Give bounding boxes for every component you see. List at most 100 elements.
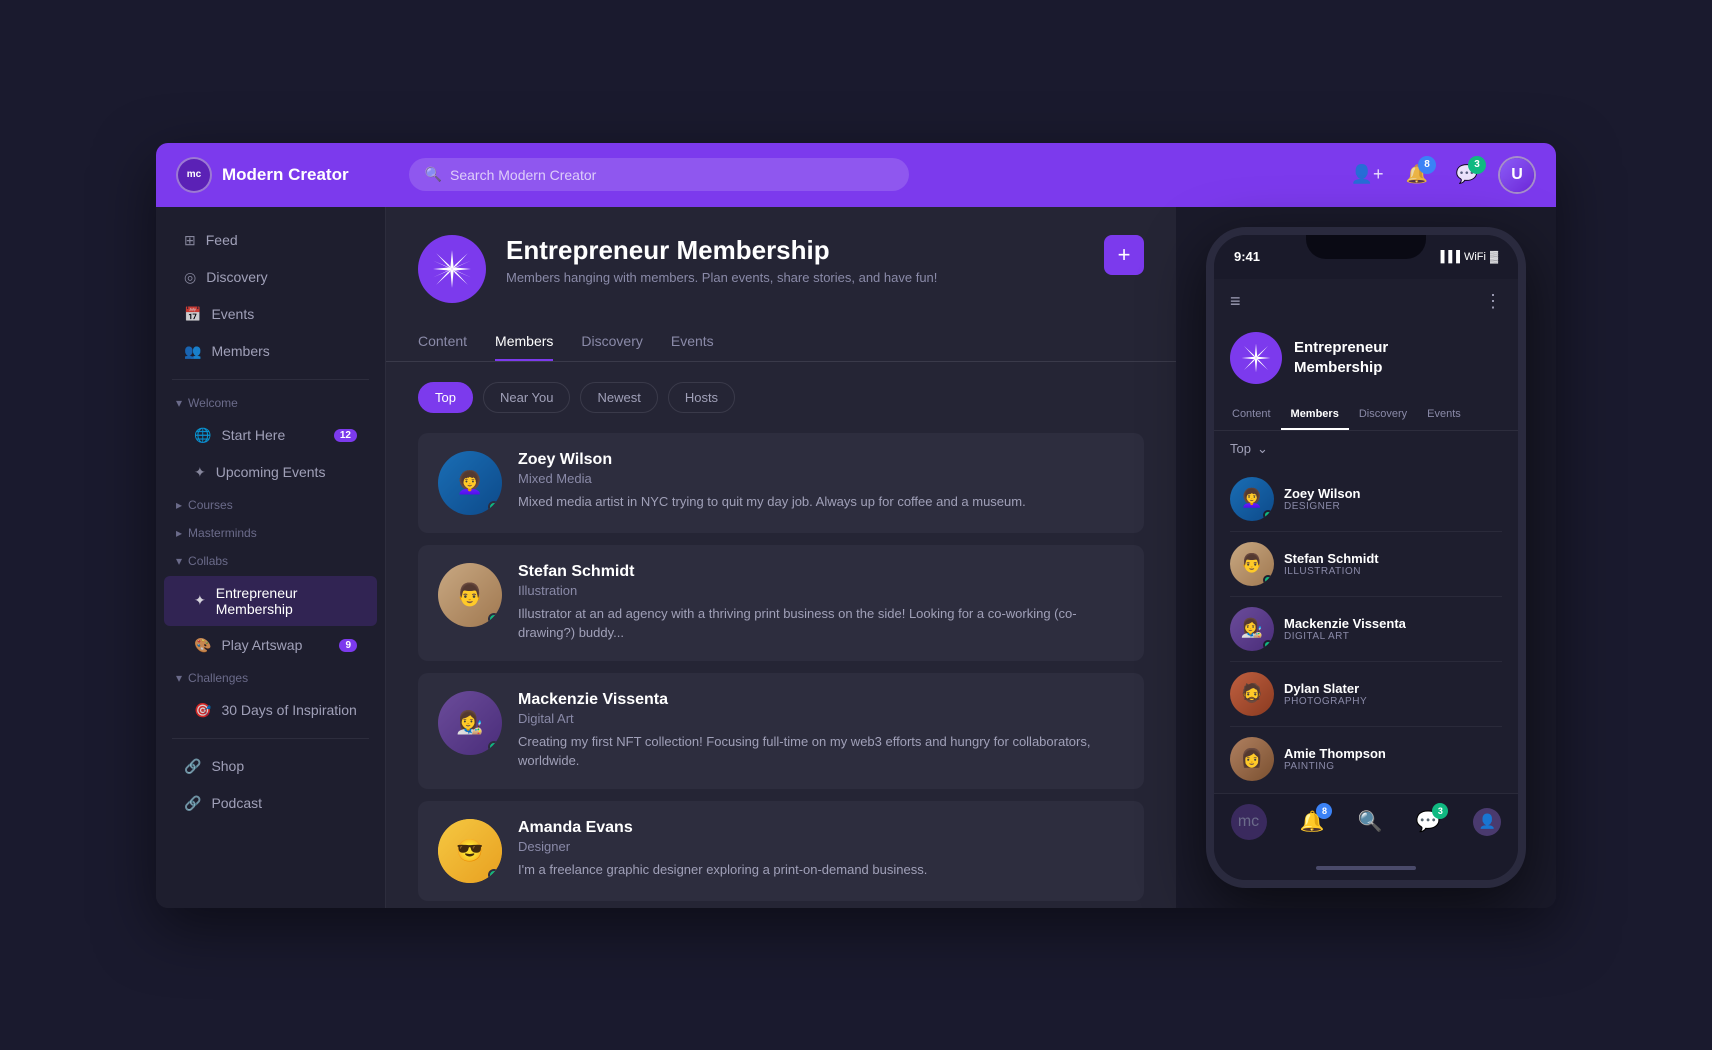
phone-member-info-stefan: Stefan Schmidt ILLUSTRATION bbox=[1284, 551, 1379, 577]
invite-button[interactable]: 👤+ bbox=[1348, 156, 1386, 194]
messages-badge: 3 bbox=[1468, 156, 1486, 174]
phone-tab-events[interactable]: Events bbox=[1417, 400, 1471, 430]
avatar-stefan-schmidt: 👨 bbox=[438, 563, 502, 627]
phone-messages-badge: 3 bbox=[1432, 803, 1448, 819]
events-icon: 📅 bbox=[184, 306, 201, 323]
members-list: 👩‍🦱 Zoey Wilson Mixed Media Mixed media … bbox=[386, 433, 1176, 901]
messages-button[interactable]: 💬 3 bbox=[1448, 156, 1486, 194]
community-title: Entrepreneur Membership bbox=[506, 235, 1084, 266]
sidebar-label-shop: Shop bbox=[211, 758, 244, 774]
podcast-icon: 🔗 bbox=[184, 795, 201, 812]
sidebar-section-courses[interactable]: ▸ Courses bbox=[156, 492, 385, 518]
tab-members[interactable]: Members bbox=[495, 323, 553, 361]
sidebar-item-feed[interactable]: ⊞ Feed bbox=[164, 223, 377, 258]
phone-tab-members[interactable]: Members bbox=[1281, 400, 1349, 430]
sidebar-item-30days[interactable]: 🎯 30 Days of Inspiration bbox=[164, 693, 377, 728]
sidebar-label-podcast: Podcast bbox=[211, 795, 262, 811]
member-name-amanda: Amanda Evans bbox=[518, 819, 1124, 837]
member-card-stefan-schmidt[interactable]: 👨 Stefan Schmidt Illustration Illustrato… bbox=[418, 545, 1144, 661]
phone-nav-profile[interactable]: 👤 bbox=[1473, 808, 1501, 836]
phone-member-stefan[interactable]: 👨 Stefan Schmidt ILLUSTRATION bbox=[1230, 532, 1502, 597]
brand-name: Modern Creator bbox=[222, 165, 349, 185]
filter-bar: Top Near You Newest Hosts bbox=[386, 362, 1176, 433]
online-indicator-amanda bbox=[488, 869, 500, 881]
sidebar-item-artswap[interactable]: 🎨 Play Artswap 9 bbox=[164, 628, 377, 663]
phone-menu-icon[interactable]: ≡ bbox=[1230, 291, 1241, 312]
sidebar-item-start-here[interactable]: 🌐 Start Here 12 bbox=[164, 418, 377, 453]
phone-member-amie[interactable]: 👩 Amie Thompson PAINTING bbox=[1230, 727, 1502, 791]
sidebar: ⊞ Feed ◎ Discovery 📅 Events 👥 Members ▾ … bbox=[156, 207, 386, 908]
phone-member-mackenzie[interactable]: 👩‍🎨 Mackenzie Vissenta DIGITAL ART bbox=[1230, 597, 1502, 662]
phone-bottom-nav: mc 🔔 8 🔍 💬 3 👤 bbox=[1214, 793, 1518, 856]
filter-near-you[interactable]: Near You bbox=[483, 382, 571, 413]
phone-online-dot-zoey bbox=[1263, 510, 1273, 520]
phone-member-zoey[interactable]: 👩‍🦱 Zoey Wilson DESIGNER bbox=[1230, 467, 1502, 532]
phone-home-indicator bbox=[1214, 856, 1518, 880]
wifi-icon: WiFi bbox=[1464, 251, 1486, 263]
search-placeholder: Search Modern Creator bbox=[450, 167, 596, 183]
phone-community-name: EntrepreneurMembership bbox=[1294, 338, 1388, 377]
sidebar-divider-2 bbox=[172, 738, 369, 739]
sidebar-item-upcoming-events[interactable]: ✦ Upcoming Events bbox=[164, 455, 377, 490]
sidebar-item-podcast[interactable]: 🔗 Podcast bbox=[164, 786, 377, 821]
sidebar-divider-1 bbox=[172, 379, 369, 380]
community-header: Entrepreneur Membership Members hanging … bbox=[386, 207, 1176, 362]
sidebar-item-events[interactable]: 📅 Events bbox=[164, 297, 377, 332]
member-bio-stefan: Illustrator at an ad agency with a thriv… bbox=[518, 604, 1124, 643]
chevron-down-icon-3: ▾ bbox=[176, 671, 182, 685]
chevron-right-icon-2: ▸ bbox=[176, 526, 182, 540]
chevron-down-icon: ▾ bbox=[176, 396, 182, 410]
sidebar-section-challenges[interactable]: ▾ Challenges bbox=[156, 665, 385, 691]
phone-time: 9:41 bbox=[1234, 249, 1260, 264]
phone-filter-label: Top bbox=[1230, 441, 1251, 456]
phone-tabs: Content Members Discovery Events bbox=[1214, 400, 1518, 431]
sidebar-label-30days: 30 Days of Inspiration bbox=[221, 702, 356, 718]
phone-member-dylan[interactable]: 🧔 Dylan Slater PHOTOGRAPHY bbox=[1230, 662, 1502, 727]
tab-discovery[interactable]: Discovery bbox=[581, 323, 642, 361]
sidebar-section-welcome[interactable]: ▾ Welcome bbox=[156, 390, 385, 416]
sidebar-label-upcoming-events: Upcoming Events bbox=[216, 464, 326, 480]
sidebar-item-discovery[interactable]: ◎ Discovery bbox=[164, 260, 377, 295]
nav-actions: 👤+ 🔔 8 💬 3 U bbox=[1348, 156, 1536, 194]
phone-nav-search[interactable]: 🔍 bbox=[1358, 809, 1383, 834]
phone-members-list: 👩‍🦱 Zoey Wilson DESIGNER 👨 bbox=[1214, 467, 1518, 791]
phone-nav-messages[interactable]: 💬 3 bbox=[1415, 809, 1440, 834]
member-role-amanda: Designer bbox=[518, 839, 1124, 854]
start-here-icon: 🌐 bbox=[194, 427, 211, 444]
add-button[interactable]: + bbox=[1104, 235, 1144, 275]
brand: mc Modern Creator bbox=[176, 157, 349, 193]
online-indicator-mackenzie bbox=[488, 741, 500, 753]
sidebar-item-members[interactable]: 👥 Members bbox=[164, 334, 377, 369]
filter-top[interactable]: Top bbox=[418, 382, 473, 413]
upcoming-events-icon: ✦ bbox=[194, 464, 206, 481]
phone-filter[interactable]: Top ⌄ bbox=[1214, 431, 1518, 467]
phone-frame: 9:41 ▐▐▐ WiFi ▓ ≡ ⋮ bbox=[1206, 227, 1526, 888]
member-card-zoey-wilson[interactable]: 👩‍🦱 Zoey Wilson Mixed Media Mixed media … bbox=[418, 433, 1144, 533]
sidebar-section-collabs[interactable]: ▾ Collabs bbox=[156, 548, 385, 574]
search-bar[interactable]: 🔍 Search Modern Creator bbox=[409, 158, 909, 191]
phone-more-icon[interactable]: ⋮ bbox=[1484, 291, 1502, 312]
shop-icon: 🔗 bbox=[184, 758, 201, 775]
phone-tab-content[interactable]: Content bbox=[1222, 400, 1281, 430]
phone-notch bbox=[1306, 235, 1426, 259]
sidebar-label-members: Members bbox=[211, 343, 269, 359]
notifications-button[interactable]: 🔔 8 bbox=[1398, 156, 1436, 194]
phone-nav-notifications[interactable]: 🔔 8 bbox=[1300, 809, 1325, 834]
phone-nav-home[interactable]: mc bbox=[1231, 804, 1267, 840]
community-description: Members hanging with members. Plan event… bbox=[506, 270, 1084, 285]
user-avatar-nav[interactable]: U bbox=[1498, 156, 1536, 194]
sidebar-item-shop[interactable]: 🔗 Shop bbox=[164, 749, 377, 784]
member-bio-zoey: Mixed media artist in NYC trying to quit… bbox=[518, 492, 1124, 512]
filter-hosts[interactable]: Hosts bbox=[668, 382, 735, 413]
member-card-mackenzie-vissenta[interactable]: 👩‍🎨 Mackenzie Vissenta Digital Art Creat… bbox=[418, 673, 1144, 789]
sidebar-section-masterminds[interactable]: ▸ Masterminds bbox=[156, 520, 385, 546]
sidebar-item-entrepreneur[interactable]: ✦ Entrepreneur Membership bbox=[164, 576, 377, 626]
phone-tab-discovery[interactable]: Discovery bbox=[1349, 400, 1417, 430]
member-card-amanda-evans[interactable]: 😎 Amanda Evans Designer I'm a freelance … bbox=[418, 801, 1144, 901]
entrepreneur-icon: ✦ bbox=[194, 592, 206, 609]
tab-content[interactable]: Content bbox=[418, 323, 467, 361]
online-indicator-stefan bbox=[488, 613, 500, 625]
filter-newest[interactable]: Newest bbox=[580, 382, 657, 413]
tab-events[interactable]: Events bbox=[671, 323, 714, 361]
phone-online-dot-stefan bbox=[1263, 575, 1273, 585]
